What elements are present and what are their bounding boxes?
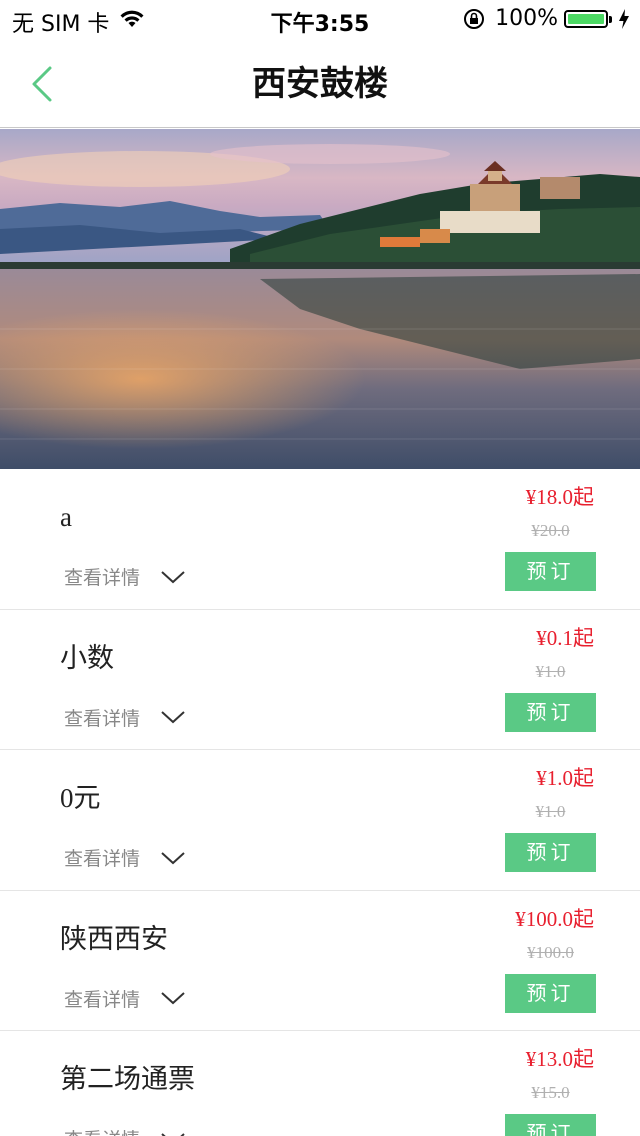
ticket-price: ¥100.0起 xyxy=(515,906,594,931)
view-details-toggle[interactable]: 查看详情 xyxy=(64,844,186,871)
status-bar: 无 SIM 卡 下午3:55 100% xyxy=(0,0,640,40)
banner-image xyxy=(0,129,640,469)
battery-percent: 100% xyxy=(495,6,558,31)
view-details-label: 查看详情 xyxy=(64,707,141,730)
view-details-toggle[interactable]: 查看详情 xyxy=(64,563,186,590)
ticket-price: ¥0.1起 xyxy=(536,625,594,650)
ticket-price: ¥13.0起 xyxy=(525,1047,594,1071)
ticket-name: 小数 xyxy=(60,642,114,673)
battery-icon xyxy=(564,8,614,30)
ticket-original-price: ¥100.0 xyxy=(527,942,574,962)
book-button[interactable]: 预订 xyxy=(505,692,596,732)
ticket-name: 0元 xyxy=(60,783,101,813)
chevron-down-icon xyxy=(161,570,185,583)
ticket-row: 0元 查看详情 ¥1.0起 ¥1.0 预订 xyxy=(0,750,640,891)
book-button[interactable]: 预订 xyxy=(505,833,596,872)
ticket-name: 第二场通票 xyxy=(60,1064,195,1094)
ticket-original-price: ¥20.0 xyxy=(531,521,570,540)
ticket-price: ¥1.0起 xyxy=(536,766,594,790)
view-details-label: 查看详情 xyxy=(64,567,141,589)
ticket-name: 陕西西安 xyxy=(60,923,168,954)
ticket-original-price: ¥1.0 xyxy=(535,802,566,821)
book-button[interactable]: 预订 xyxy=(505,552,596,591)
chevron-down-icon xyxy=(161,851,185,864)
rotation-lock-icon xyxy=(464,8,485,29)
view-details-toggle[interactable]: 查看详情 xyxy=(64,704,186,731)
view-details-toggle[interactable]: 查看详情 xyxy=(64,985,186,1012)
ticket-row: 陕西西安 查看详情 ¥100.0起 ¥100.0 预订 xyxy=(0,890,640,1031)
charging-icon xyxy=(619,8,629,29)
ticket-original-price: ¥1.0 xyxy=(535,661,566,681)
ticket-price: ¥18.0起 xyxy=(525,485,594,509)
chevron-down-icon xyxy=(161,992,185,1005)
book-button[interactable]: 预订 xyxy=(505,973,596,1013)
lake-landscape-photo xyxy=(0,129,640,469)
status-right-group: 100% xyxy=(463,6,630,31)
ticket-row: a 查看详情 ¥18.0起 ¥20.0 预订 xyxy=(0,469,640,610)
navigation-bar: 西安鼓楼 xyxy=(0,40,640,128)
page-title: 西安鼓楼 xyxy=(252,64,388,104)
view-details-label: 查看详情 xyxy=(64,848,141,870)
book-button[interactable]: 预订 xyxy=(505,1114,596,1136)
chevron-down-icon xyxy=(161,1132,185,1136)
ticket-original-price: ¥15.0 xyxy=(531,1083,570,1102)
chevron-down-icon xyxy=(161,711,185,724)
ticket-name: a xyxy=(60,502,72,532)
ticket-row: 小数 查看详情 ¥0.1起 ¥1.0 预订 xyxy=(0,609,640,750)
ticket-row: 第二场通票 查看详情 ¥13.0起 ¥15.0 预订 xyxy=(0,1031,640,1136)
view-details-label: 查看详情 xyxy=(64,988,141,1011)
view-details-label: 查看详情 xyxy=(64,1125,140,1136)
ticket-list: a 查看详情 ¥18.0起 ¥20.0 预订 小数 查看详情 ¥0.1起 ¥1.… xyxy=(0,469,640,1136)
view-details-toggle[interactable]: 查看详情 xyxy=(64,1125,186,1136)
